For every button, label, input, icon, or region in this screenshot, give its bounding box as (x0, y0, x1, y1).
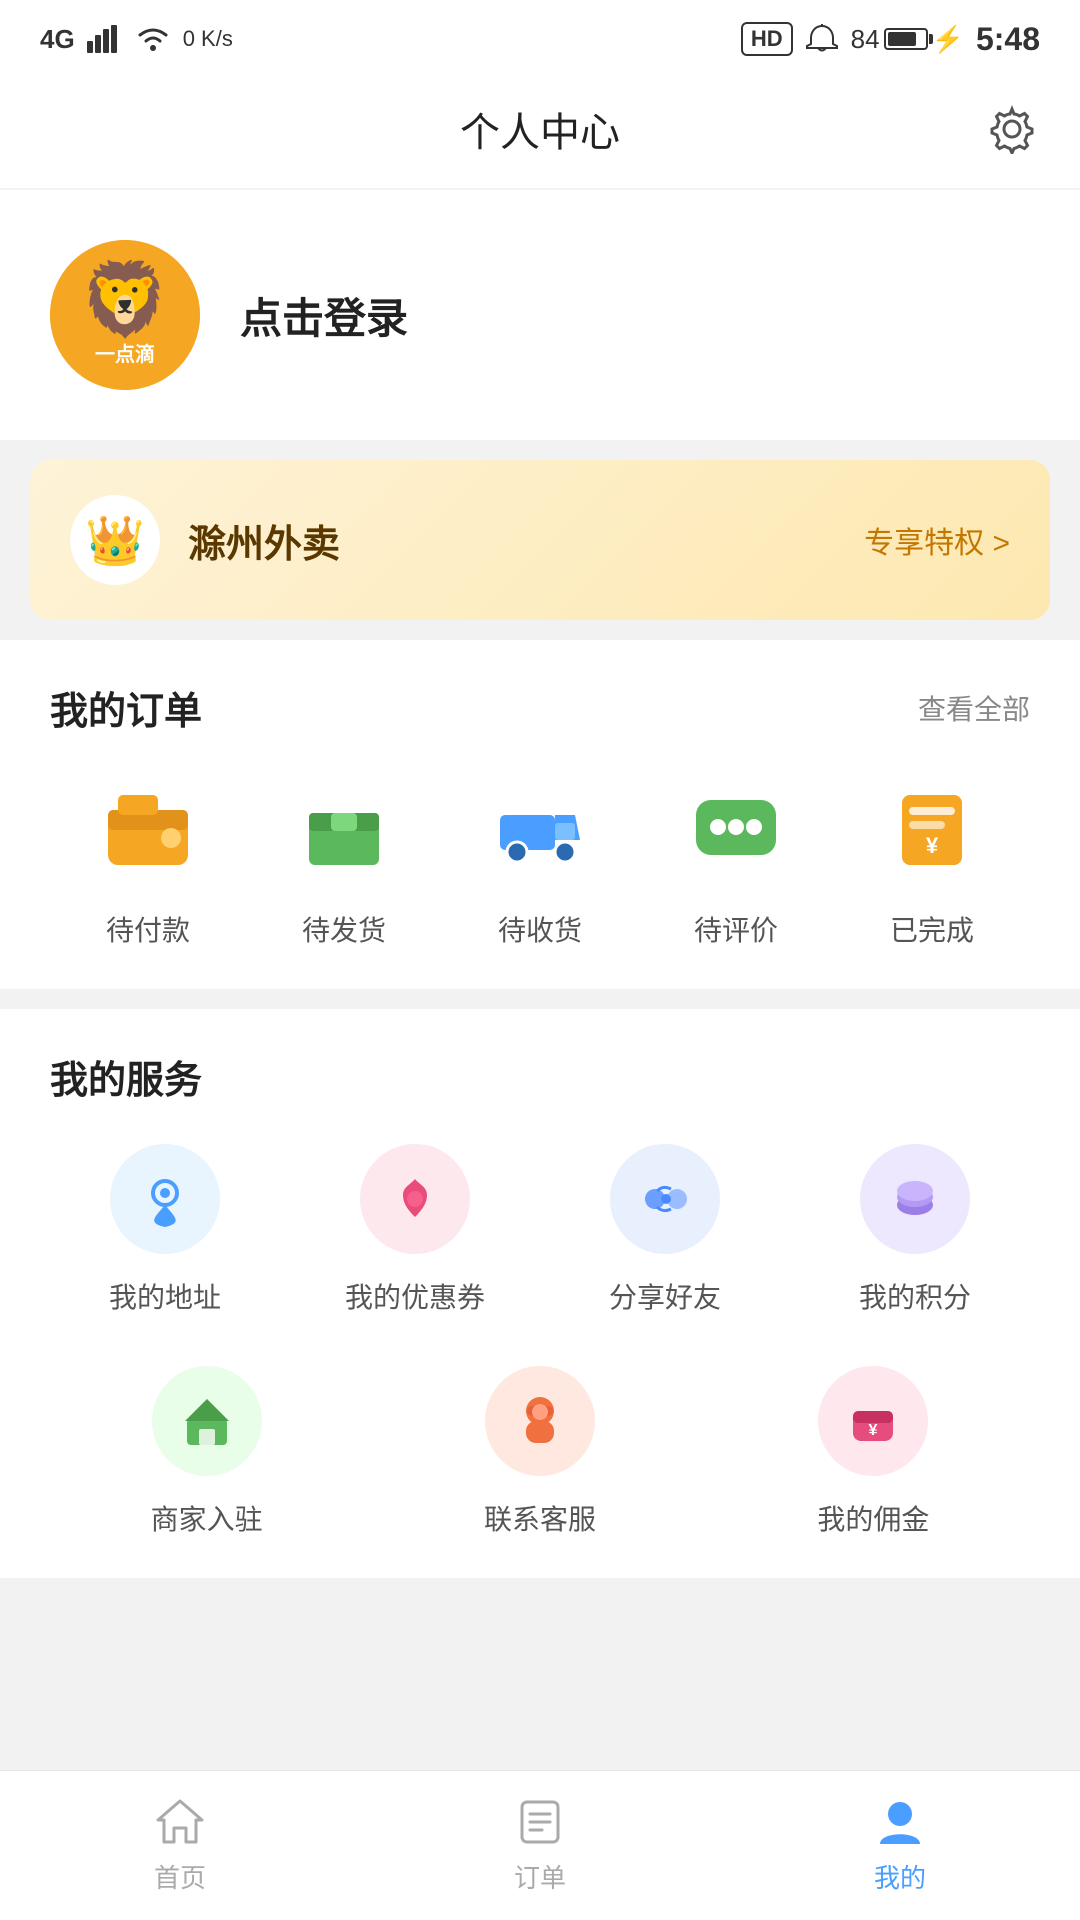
vip-title: 滁州外卖 (188, 513, 340, 568)
location-icon-wrap (110, 1144, 220, 1254)
orders-title: 我的订单 (50, 680, 202, 735)
hd-badge: HD (741, 22, 793, 56)
truck-icon (495, 785, 585, 875)
commission-icon-wrap: ¥ (818, 1366, 928, 1476)
view-all-button[interactable]: 查看全部 (918, 688, 1030, 728)
service-points[interactable]: 我的积分 (800, 1144, 1030, 1316)
service-coupon-label: 我的优惠券 (345, 1276, 485, 1316)
share-icon (635, 1169, 695, 1229)
nav-mine-label: 我的 (874, 1858, 926, 1895)
services-title: 我的服务 (50, 1049, 202, 1104)
signal-icon (87, 25, 123, 53)
service-address[interactable]: 我的地址 (50, 1144, 280, 1316)
mine-nav-icon (874, 1796, 926, 1848)
service-commission-label: 我的佣金 (817, 1498, 929, 1538)
avatar-inner: 🦁 一点滴 (50, 240, 200, 390)
truck-icon-wrap (485, 775, 595, 885)
avatar-emoji: 🦁 (80, 264, 170, 336)
service-support[interactable]: 联系客服 (383, 1366, 696, 1538)
settings-button[interactable] (984, 101, 1040, 157)
merchant-icon (177, 1391, 237, 1451)
order-item-pending-pay[interactable]: 待付款 (50, 775, 246, 949)
page-title: 个人中心 (460, 100, 620, 158)
crown-icon: 👑 (85, 512, 145, 569)
nav-home[interactable]: 首页 (0, 1796, 360, 1895)
service-merchant[interactable]: 商家入驻 (50, 1366, 363, 1538)
nav-orders[interactable]: 订单 (360, 1796, 720, 1895)
top-nav: 个人中心 (0, 70, 1080, 188)
signal-text: 4G (40, 24, 75, 55)
wallet-icon (103, 785, 193, 875)
services-row2: 商家入驻 联系客服 (50, 1366, 1030, 1538)
service-coupon[interactable]: 我的优惠券 (300, 1144, 530, 1316)
support-icon-wrap (485, 1366, 595, 1476)
commission-icon: ¥ (843, 1391, 903, 1451)
order-label-pending-receive: 待收货 (498, 909, 582, 949)
chat-icon-wrap (681, 775, 791, 885)
chat-icon (691, 785, 781, 875)
nav-mine[interactable]: 我的 (720, 1796, 1080, 1895)
support-icon (510, 1391, 570, 1451)
vip-left: 👑 滁州外卖 (70, 495, 340, 585)
receipt-icon-wrap: ¥ (877, 775, 987, 885)
bolt-icon: ⚡ (932, 24, 964, 55)
vip-privilege[interactable]: 专享特权 > (864, 518, 1010, 562)
gear-icon (987, 104, 1037, 154)
nav-orders-label: 订单 (514, 1858, 566, 1895)
receipt-icon: ¥ (887, 785, 977, 875)
wifi-icon (135, 25, 171, 53)
nav-home-label: 首页 (154, 1858, 206, 1895)
profile-section: 🦁 一点滴 点击登录 (0, 190, 1080, 440)
battery-indicator: 84 ⚡ (851, 24, 964, 55)
order-item-completed[interactable]: ¥ 已完成 (834, 775, 1030, 949)
service-points-label: 我的积分 (859, 1276, 971, 1316)
orders-header: 我的订单 查看全部 (50, 680, 1030, 735)
service-commission[interactable]: ¥ 我的佣金 (717, 1366, 1030, 1538)
status-right: HD 84 ⚡ 5:48 (741, 21, 1040, 58)
share-icon-wrap (610, 1144, 720, 1254)
time-display: 5:48 (976, 21, 1040, 58)
order-label-completed: 已完成 (890, 909, 974, 949)
location-icon (135, 1169, 195, 1229)
coupon-icon (385, 1169, 445, 1229)
service-merchant-label: 商家入驻 (151, 1498, 263, 1538)
order-item-pending-review[interactable]: 待评价 (638, 775, 834, 949)
services-header: 我的服务 (50, 1049, 1030, 1104)
status-bar: 4G 0 K/s HD 84 (0, 0, 1080, 70)
order-icons-row: 待付款 待发货 (50, 775, 1030, 949)
order-item-pending-receive[interactable]: 待收货 (442, 775, 638, 949)
svg-text:¥: ¥ (926, 833, 939, 858)
login-button[interactable]: 点击登录 (240, 285, 408, 346)
order-label-pending-review: 待评价 (694, 909, 778, 949)
avatar[interactable]: 🦁 一点滴 (50, 240, 200, 390)
brand-label: 一点滴 (95, 338, 155, 367)
vip-banner[interactable]: 👑 滁州外卖 专享特权 > (30, 460, 1050, 620)
orders-nav-icon (514, 1796, 566, 1848)
bottom-nav: 首页 订单 我的 (0, 1770, 1080, 1920)
home-icon (154, 1796, 206, 1848)
crown-circle: 👑 (70, 495, 160, 585)
data-speed: 0 K/s (183, 26, 233, 52)
service-address-label: 我的地址 (109, 1276, 221, 1316)
battery-percent: 84 (851, 24, 880, 55)
service-share[interactable]: 分享好友 (550, 1144, 780, 1316)
merchant-icon-wrap (152, 1366, 262, 1476)
coupon-icon-wrap (360, 1144, 470, 1254)
service-share-label: 分享好友 (609, 1276, 721, 1316)
wallet-icon-wrap (93, 775, 203, 885)
order-item-pending-ship[interactable]: 待发货 (246, 775, 442, 949)
points-icon-wrap (860, 1144, 970, 1254)
svg-text:¥: ¥ (869, 1422, 878, 1439)
orders-section: 我的订单 查看全部 待付款 (0, 640, 1080, 989)
service-support-label: 联系客服 (484, 1498, 596, 1538)
points-icon (885, 1169, 945, 1229)
order-label-pending-pay: 待付款 (106, 909, 190, 949)
services-row1: 我的地址 我的优惠券 (50, 1144, 1030, 1316)
services-section: 我的服务 我的地址 (0, 1009, 1080, 1578)
bell-icon (805, 24, 839, 54)
status-left: 4G 0 K/s (40, 24, 233, 55)
box-icon (299, 785, 389, 875)
order-label-pending-ship: 待发货 (302, 909, 386, 949)
box-icon-wrap (289, 775, 399, 885)
